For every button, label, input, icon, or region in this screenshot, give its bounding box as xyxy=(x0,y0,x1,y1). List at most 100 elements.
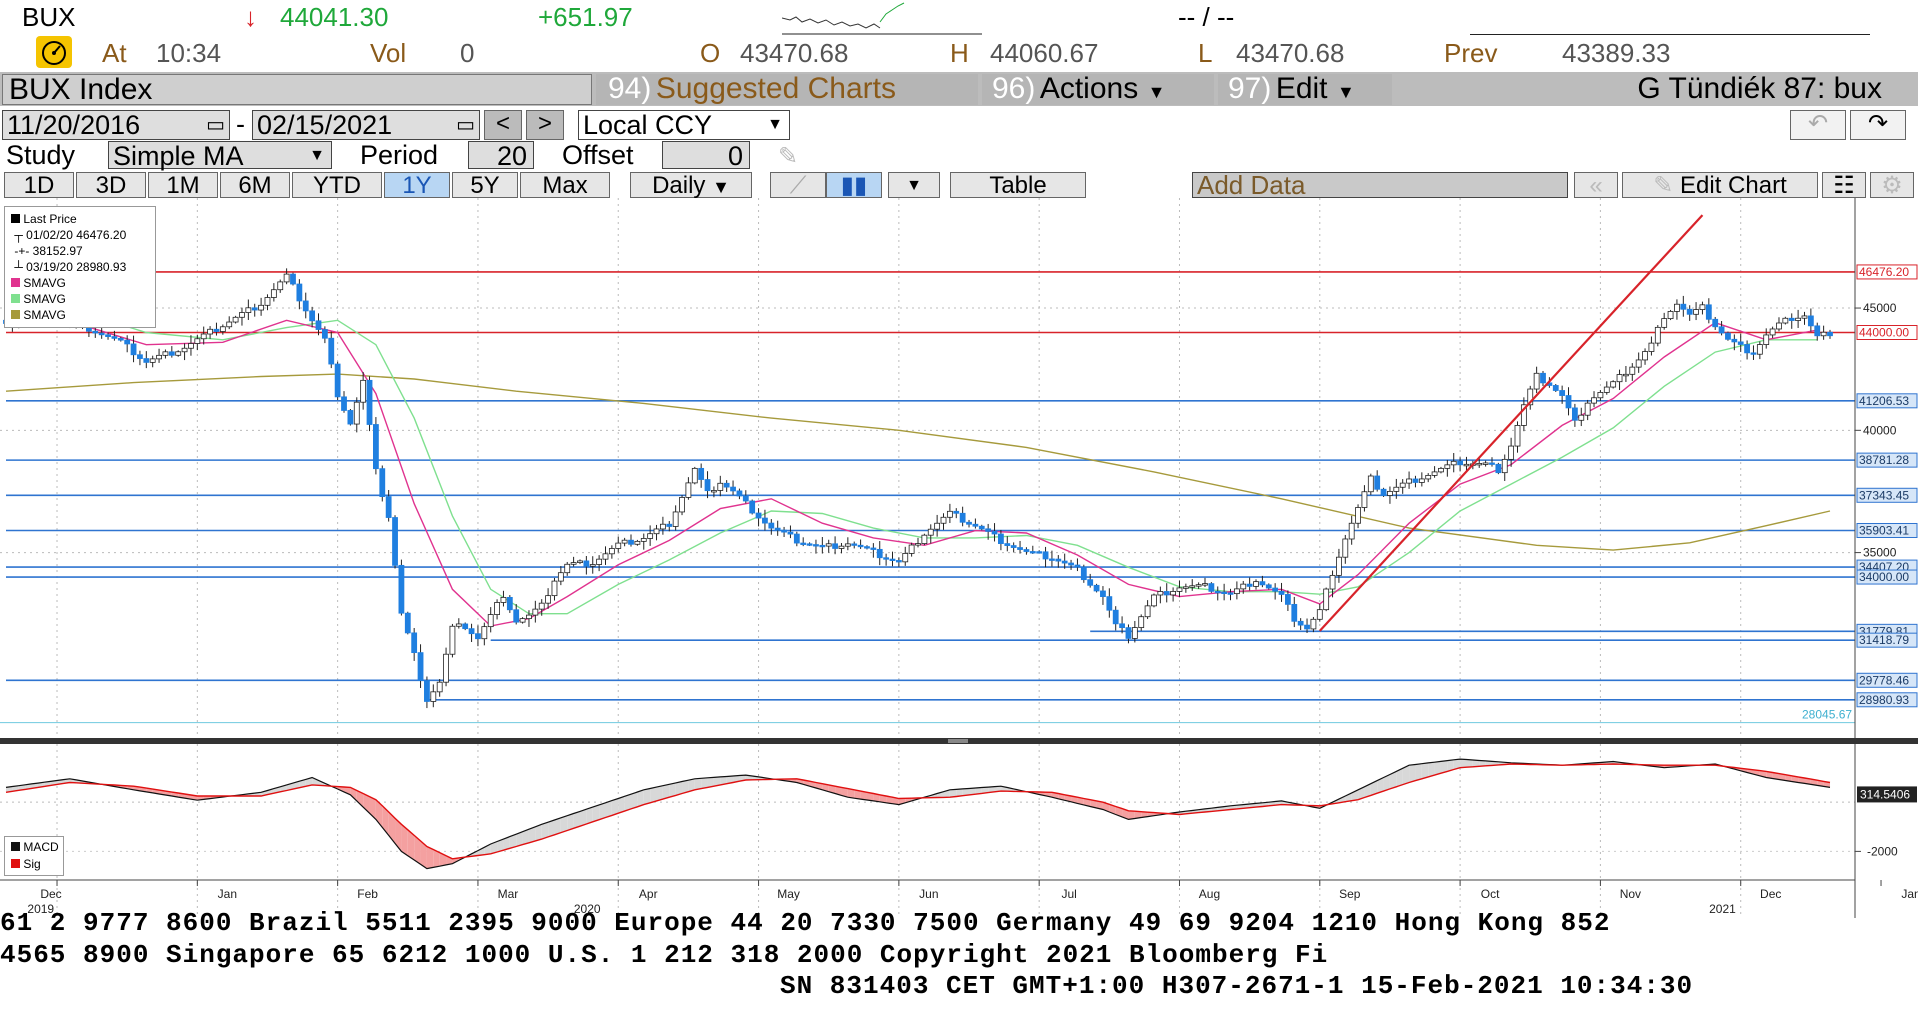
contact-ticker-line-2: 4565 8900 Singapore 65 6212 1000 U.S. 1 … xyxy=(0,940,1329,970)
chart-type-dropdown[interactable]: ▼ xyxy=(888,172,940,198)
candle-body xyxy=(730,486,736,492)
frequency-select[interactable]: Daily ▼ xyxy=(630,172,752,199)
candle-body xyxy=(1610,381,1617,388)
candle-body xyxy=(876,548,883,559)
candle-body xyxy=(1565,395,1572,409)
edit-label: Edit xyxy=(1275,72,1328,105)
high-label: H xyxy=(950,38,969,68)
period-5y-button[interactable]: 5Y xyxy=(452,172,518,199)
collapse-button[interactable]: « xyxy=(1574,172,1618,199)
candle-body xyxy=(424,680,430,702)
pencil-icon[interactable]: ✎ xyxy=(778,142,798,171)
calendar-icon[interactable]: ▭ xyxy=(456,111,475,139)
level-label: 34000.00 xyxy=(1859,570,1909,584)
candle-body xyxy=(704,479,711,492)
candle-body xyxy=(1170,591,1177,596)
candle-body xyxy=(130,343,137,356)
candle-body xyxy=(1208,583,1215,592)
period-max-button[interactable]: Max xyxy=(520,172,610,199)
gear-icon[interactable]: ⚙ xyxy=(1870,172,1914,199)
x-tick-label: Dec xyxy=(40,887,61,901)
candle-body xyxy=(615,542,622,549)
candle-body xyxy=(1253,581,1259,587)
candle-body xyxy=(487,614,494,628)
candle-body xyxy=(1807,315,1814,327)
candle-body xyxy=(621,539,628,544)
level-label: 31418.79 xyxy=(1859,633,1909,647)
edit-chart-button[interactable]: ✎ Edit Chart xyxy=(1622,172,1818,199)
bid-ask: -- / -- xyxy=(1178,2,1235,32)
study-select[interactable]: Simple MA ▼ xyxy=(108,141,332,170)
start-date-field[interactable]: 11/20/2016 ▭ xyxy=(2,110,230,140)
candle-body xyxy=(1348,522,1355,540)
candle-body xyxy=(1801,315,1808,319)
period-3d-button[interactable]: 3D xyxy=(76,172,146,199)
level-label: 41206.53 xyxy=(1859,394,1909,408)
actions-num: 96) xyxy=(992,72,1036,105)
next-range-button[interactable]: > xyxy=(526,110,564,140)
candle-body xyxy=(1336,556,1342,576)
candle-body xyxy=(927,528,934,536)
macd-fill xyxy=(650,787,657,803)
candle-body xyxy=(1552,385,1559,391)
macd-legend: MACD Sig xyxy=(4,836,64,876)
x-tick-label: Jan xyxy=(1901,887,1918,901)
candle-body xyxy=(832,543,838,549)
candle-body xyxy=(1367,475,1374,493)
candle-body xyxy=(430,691,437,702)
table-button[interactable]: Table xyxy=(950,172,1086,199)
edit-menu[interactable]: 97) Edit ▼ xyxy=(1218,74,1392,105)
legend-sig: Sig xyxy=(11,856,63,873)
candle-body xyxy=(1157,591,1164,596)
offset-label: Offset xyxy=(562,140,634,170)
candle-body xyxy=(1061,560,1068,564)
level-label: 35903.41 xyxy=(1859,523,1909,537)
candle-body xyxy=(1559,390,1566,396)
candle-body xyxy=(1776,322,1782,330)
candle-body xyxy=(1769,328,1776,336)
year-label: 2021 xyxy=(1709,902,1736,916)
candle-body xyxy=(1246,583,1253,587)
period-ytd-button[interactable]: YTD xyxy=(292,172,382,199)
candle-body xyxy=(774,527,781,531)
candle-body xyxy=(1578,414,1585,421)
period-input[interactable]: 20 xyxy=(468,141,534,170)
candle-body xyxy=(978,525,985,530)
redo-button[interactable]: ↷ xyxy=(1850,110,1906,140)
level-label: 38781.28 xyxy=(1859,453,1909,467)
undo-button[interactable]: ↶ xyxy=(1790,110,1846,140)
calendar-icon[interactable]: ▭ xyxy=(206,111,225,139)
candle-body xyxy=(1029,551,1036,554)
candle-body xyxy=(1151,594,1157,607)
candle-body xyxy=(360,379,367,403)
period-1y-button[interactable]: 1Y xyxy=(384,172,450,199)
candle-body xyxy=(762,517,768,524)
candle-body xyxy=(1355,507,1361,524)
currency-select[interactable]: Local CCY ▼ xyxy=(578,110,790,140)
candle-body xyxy=(1603,386,1610,393)
candle-body xyxy=(921,534,928,544)
candle-body xyxy=(1584,402,1591,416)
period-1d-button[interactable]: 1D xyxy=(4,172,74,199)
candle-body xyxy=(1674,303,1680,312)
end-date-field[interactable]: 02/15/2021 ▭ xyxy=(252,110,480,140)
candle-body xyxy=(711,490,717,493)
period-1m-button[interactable]: 1M xyxy=(148,172,218,199)
price-chart[interactable]: 35000 40000 45000 46476.20 44000.00 41206.53 3… xyxy=(0,198,1918,918)
candle-body xyxy=(1533,372,1540,390)
line-chart-button[interactable]: ⟋ xyxy=(770,172,826,199)
study-label: Study xyxy=(6,140,76,170)
period-6m-button[interactable]: 6M xyxy=(220,172,290,199)
offset-input[interactable]: 0 xyxy=(662,141,750,170)
chart-settings-icon[interactable]: ☷ xyxy=(1822,172,1866,199)
prev-label: Prev xyxy=(1444,38,1498,68)
gauge-icon[interactable] xyxy=(36,36,72,68)
candle-chart-button[interactable]: ▮▮ xyxy=(826,172,882,199)
suggested-charts-menu[interactable]: 94) Suggested Charts xyxy=(596,74,978,105)
actions-menu[interactable]: 96) Actions ▼ xyxy=(982,74,1214,105)
add-data-input[interactable]: Add Data xyxy=(1192,172,1568,198)
prev-range-button[interactable]: < xyxy=(484,110,522,140)
security-title-box[interactable]: BUX Index xyxy=(2,74,592,105)
candle-body xyxy=(1304,624,1310,630)
legend-sma-olive: SMAVG xyxy=(11,307,155,323)
